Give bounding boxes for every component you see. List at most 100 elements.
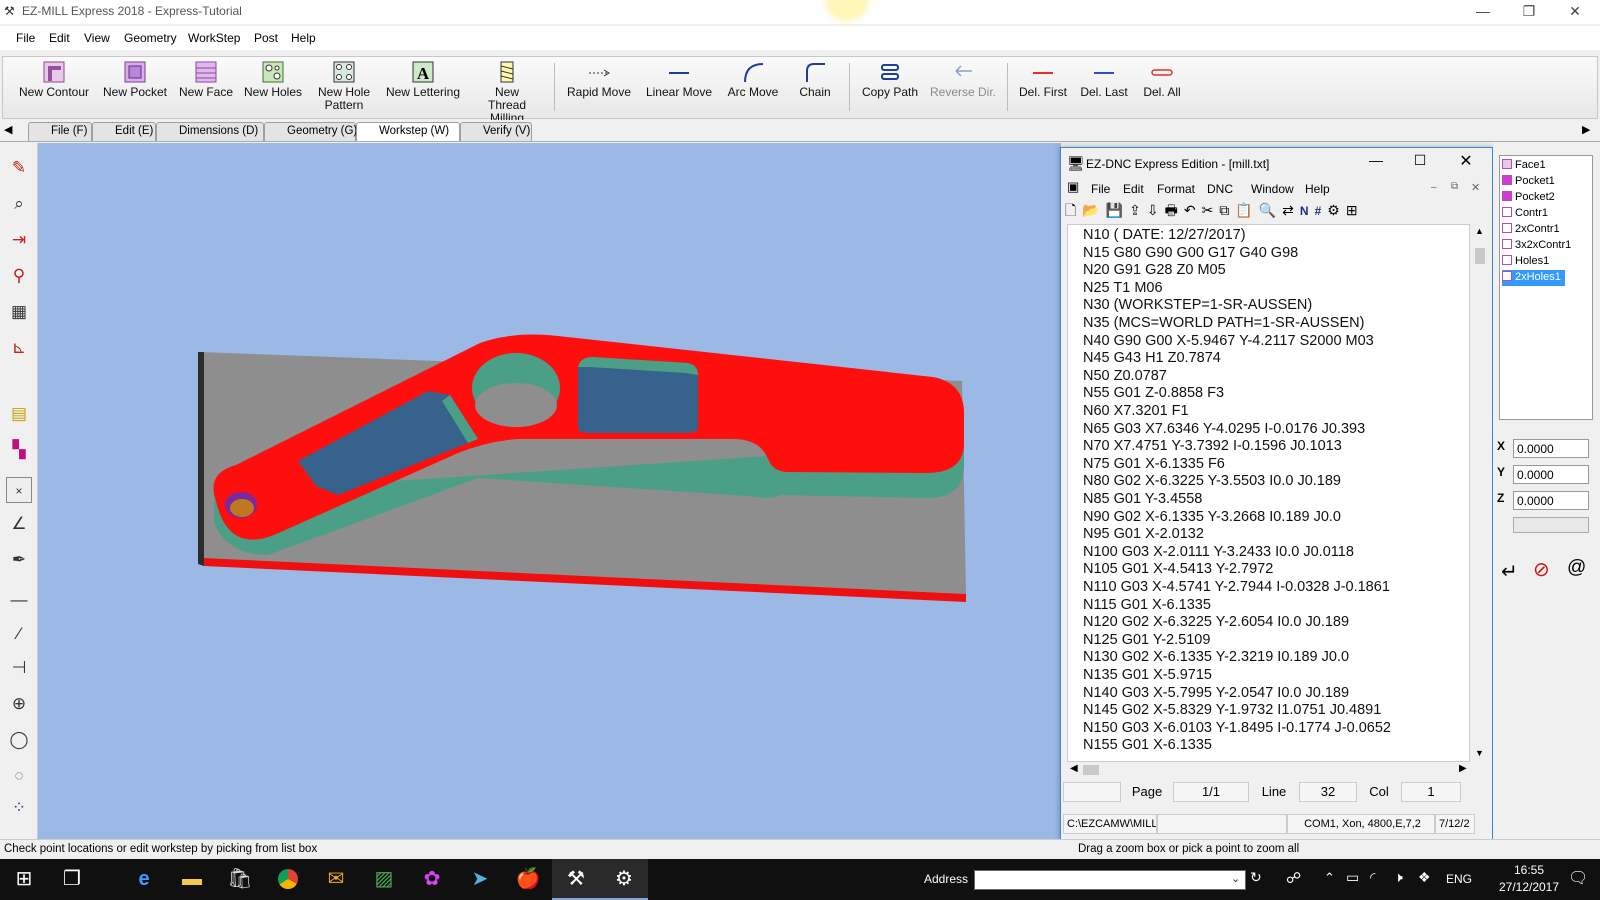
- nc-code-line[interactable]: N20 G91 G28 Z0 M05: [1083, 262, 1226, 278]
- y-input[interactable]: [1513, 465, 1589, 484]
- clock-date[interactable]: 27/12/2017: [1494, 880, 1564, 894]
- coord-action-button[interactable]: [1513, 517, 1589, 533]
- print-icon[interactable]: 🖶: [1165, 202, 1184, 218]
- wifi-icon[interactable]: ◜: [1370, 869, 1375, 886]
- 3d-viewport[interactable]: [38, 143, 1061, 839]
- nc-code-line[interactable]: N85 G01 Y-3.4558: [1083, 491, 1202, 507]
- paste-icon[interactable]: 📋: [1235, 202, 1258, 218]
- chain-button[interactable]: Chain: [791, 61, 839, 99]
- new-holes-button[interactable]: New Holes: [241, 61, 305, 99]
- hscroll-thumb[interactable]: [1083, 765, 1099, 775]
- dnc-maximize-button[interactable]: ☐: [1405, 152, 1435, 169]
- nc-code-line[interactable]: N35 (MCS=WORLD PATH=1-SR-AUSSEN): [1083, 315, 1364, 331]
- new-hole-pattern-button[interactable]: New Hole Pattern: [311, 61, 377, 112]
- scroll-up-icon[interactable]: ▲: [1475, 226, 1484, 236]
- horizontal-line-icon[interactable]: —: [6, 587, 32, 613]
- tab-scroll-left-icon[interactable]: ◀: [4, 123, 12, 136]
- menu-view[interactable]: View: [84, 31, 110, 45]
- workstep-item[interactable]: Contr1: [1502, 206, 1552, 222]
- color-palette-icon[interactable]: ▚: [6, 437, 32, 463]
- scroll-right-icon[interactable]: ▶: [1459, 763, 1467, 774]
- nc-code-line[interactable]: N105 G01 X-4.5413 Y-2.7972: [1083, 561, 1273, 577]
- pan-icon[interactable]: ⇥: [6, 227, 32, 253]
- nc-code-line[interactable]: N130 G02 X-6.1335 Y-2.3219 I0.189 J0.0: [1083, 649, 1349, 665]
- circle-icon[interactable]: ◯: [6, 727, 32, 753]
- open-icon[interactable]: 📂: [1082, 202, 1105, 218]
- spreadsheet-icon[interactable]: ▨: [360, 859, 408, 900]
- start-windows-icon[interactable]: ⊞: [0, 859, 48, 900]
- at-icon[interactable]: @: [1567, 557, 1586, 579]
- nc-code-line[interactable]: N90 G02 X-6.1335 Y-3.2668 I0.189 J0.0: [1083, 509, 1341, 525]
- layers-icon[interactable]: ▤: [6, 401, 32, 427]
- dnc-menu-dnc[interactable]: DNC: [1207, 182, 1233, 196]
- tray-chevron-icon[interactable]: ⌃: [1324, 870, 1335, 886]
- file-explorer-icon[interactable]: ▬: [168, 859, 216, 900]
- outlook-icon[interactable]: ✉: [312, 859, 360, 900]
- nc-code-line[interactable]: N60 X7.3201 F1: [1083, 403, 1189, 419]
- pen-icon[interactable]: ✒: [6, 547, 32, 573]
- axis-icon[interactable]: ⊾: [6, 335, 32, 361]
- workstep-item[interactable]: Pocket2: [1502, 190, 1559, 206]
- find-icon[interactable]: 🔍: [1259, 202, 1282, 218]
- nc-code-line[interactable]: N125 G01 Y-2.5109: [1083, 632, 1210, 648]
- copy-icon[interactable]: ⧉: [1219, 202, 1235, 218]
- menu-workstep[interactable]: WorkStep: [188, 31, 240, 45]
- settings-icon[interactable]: ⚙: [1327, 202, 1346, 218]
- enter-icon[interactable]: ↵: [1501, 559, 1518, 584]
- nc-code-line[interactable]: N10 ( DATE: 12/27/2017): [1083, 227, 1246, 243]
- undo-icon[interactable]: ↶: [1184, 202, 1202, 218]
- menu-help[interactable]: Help: [291, 31, 316, 45]
- renumber-icon[interactable]: N#: [1300, 204, 1327, 218]
- cut-icon[interactable]: ✂: [1202, 202, 1220, 218]
- send-icon[interactable]: ⇪: [1129, 202, 1147, 218]
- nc-code-line[interactable]: N80 G02 X-6.3225 Y-3.5503 I0.0 J0.189: [1083, 473, 1341, 489]
- nc-code-editor[interactable]: N10 ( DATE: 12/27/2017) N15 G80 G90 G00 G…: [1067, 224, 1470, 762]
- tab-geometry[interactable]: Geometry (G): [264, 122, 357, 141]
- nc-code-line[interactable]: N135 G01 X-5.9715: [1083, 667, 1212, 683]
- new-pocket-button[interactable]: New Pocket: [99, 61, 171, 99]
- volume-icon[interactable]: 🕨: [1394, 869, 1403, 886]
- mdi-restore-icon[interactable]: ⧉: [1451, 181, 1458, 192]
- clock-time[interactable]: 16:55: [1494, 863, 1564, 877]
- save-icon[interactable]: 💾: [1106, 202, 1129, 218]
- dnc-menu-help[interactable]: Help: [1305, 182, 1330, 196]
- linear-move-button[interactable]: Linear Move: [643, 61, 715, 99]
- new-lettering-button[interactable]: A New Lettering: [383, 61, 463, 99]
- line-point-icon[interactable]: ⊣: [6, 655, 32, 681]
- address-dropdown-icon[interactable]: ⌄: [1231, 872, 1240, 885]
- restore-button[interactable]: ❐: [1506, 0, 1552, 24]
- nc-code-line[interactable]: N110 G03 X-4.5741 Y-2.7944 I-0.0328 J-0.…: [1083, 579, 1390, 595]
- dnc-menu-edit[interactable]: Edit: [1123, 182, 1144, 196]
- tab-dimensions[interactable]: Dimensions (D): [156, 122, 264, 141]
- nc-code-line[interactable]: N30 (WORKSTEP=1-SR-AUSSEN): [1083, 297, 1312, 313]
- circle-center-icon[interactable]: ⊕: [6, 691, 32, 717]
- point-icon[interactable]: ×: [6, 477, 32, 503]
- cancel-icon[interactable]: ⊘: [1533, 557, 1550, 582]
- nc-code-line[interactable]: N40 G90 G00 X-5.9467 Y-4.2117 S2000 M03: [1083, 333, 1374, 349]
- go-refresh-icon[interactable]: ↻: [1250, 869, 1262, 886]
- ezmill-taskbar-icon[interactable]: ⚒: [552, 859, 600, 900]
- edge-browser-icon[interactable]: e: [120, 859, 168, 900]
- workstep-item[interactable]: 2xContr1: [1502, 222, 1564, 238]
- people-icon[interactable]: ☍: [1286, 869, 1301, 887]
- new-face-button[interactable]: New Face: [177, 61, 235, 99]
- nc-code-line[interactable]: N100 G03 X-2.0111 Y-3.2433 I0.0 J0.0118: [1083, 544, 1354, 560]
- workstep-list[interactable]: Face1 Pocket1 Pocket2 Contr1 2xContr1 3x2xCon…: [1499, 155, 1593, 420]
- z-input[interactable]: [1513, 491, 1589, 510]
- angle-line-icon[interactable]: ∠: [6, 511, 32, 537]
- dot-grid-icon[interactable]: ⁘: [6, 795, 32, 821]
- store-icon[interactable]: 🛍: [216, 859, 264, 900]
- scroll-thumb[interactable]: [1475, 248, 1485, 264]
- nc-code-line[interactable]: N50 Z0.0787: [1083, 368, 1167, 384]
- dnc-close-button[interactable]: ✕: [1451, 151, 1481, 171]
- nc-code-line[interactable]: N65 G03 X7.6346 Y-4.0295 I-0.0176 J0.393: [1083, 421, 1365, 437]
- task-view-icon[interactable]: ❐: [48, 859, 96, 900]
- nc-code-line[interactable]: N150 G03 X-6.0103 Y-1.8495 I-0.1774 J-0.…: [1083, 720, 1391, 736]
- nc-code-line[interactable]: N120 G02 X-6.3225 Y-2.6054 I0.0 J0.189: [1083, 614, 1349, 630]
- del-all-button[interactable]: Del. All: [1137, 61, 1187, 99]
- vertical-scrollbar[interactable]: ▲ ▼: [1472, 224, 1488, 762]
- nc-code-line[interactable]: N15 G80 G90 G00 G17 G40 G98: [1083, 245, 1298, 261]
- dropbox-icon[interactable]: ❖: [1418, 869, 1431, 886]
- ezdnc-taskbar-icon[interactable]: ⚙: [600, 859, 648, 900]
- receive-icon[interactable]: ⇩: [1147, 202, 1165, 218]
